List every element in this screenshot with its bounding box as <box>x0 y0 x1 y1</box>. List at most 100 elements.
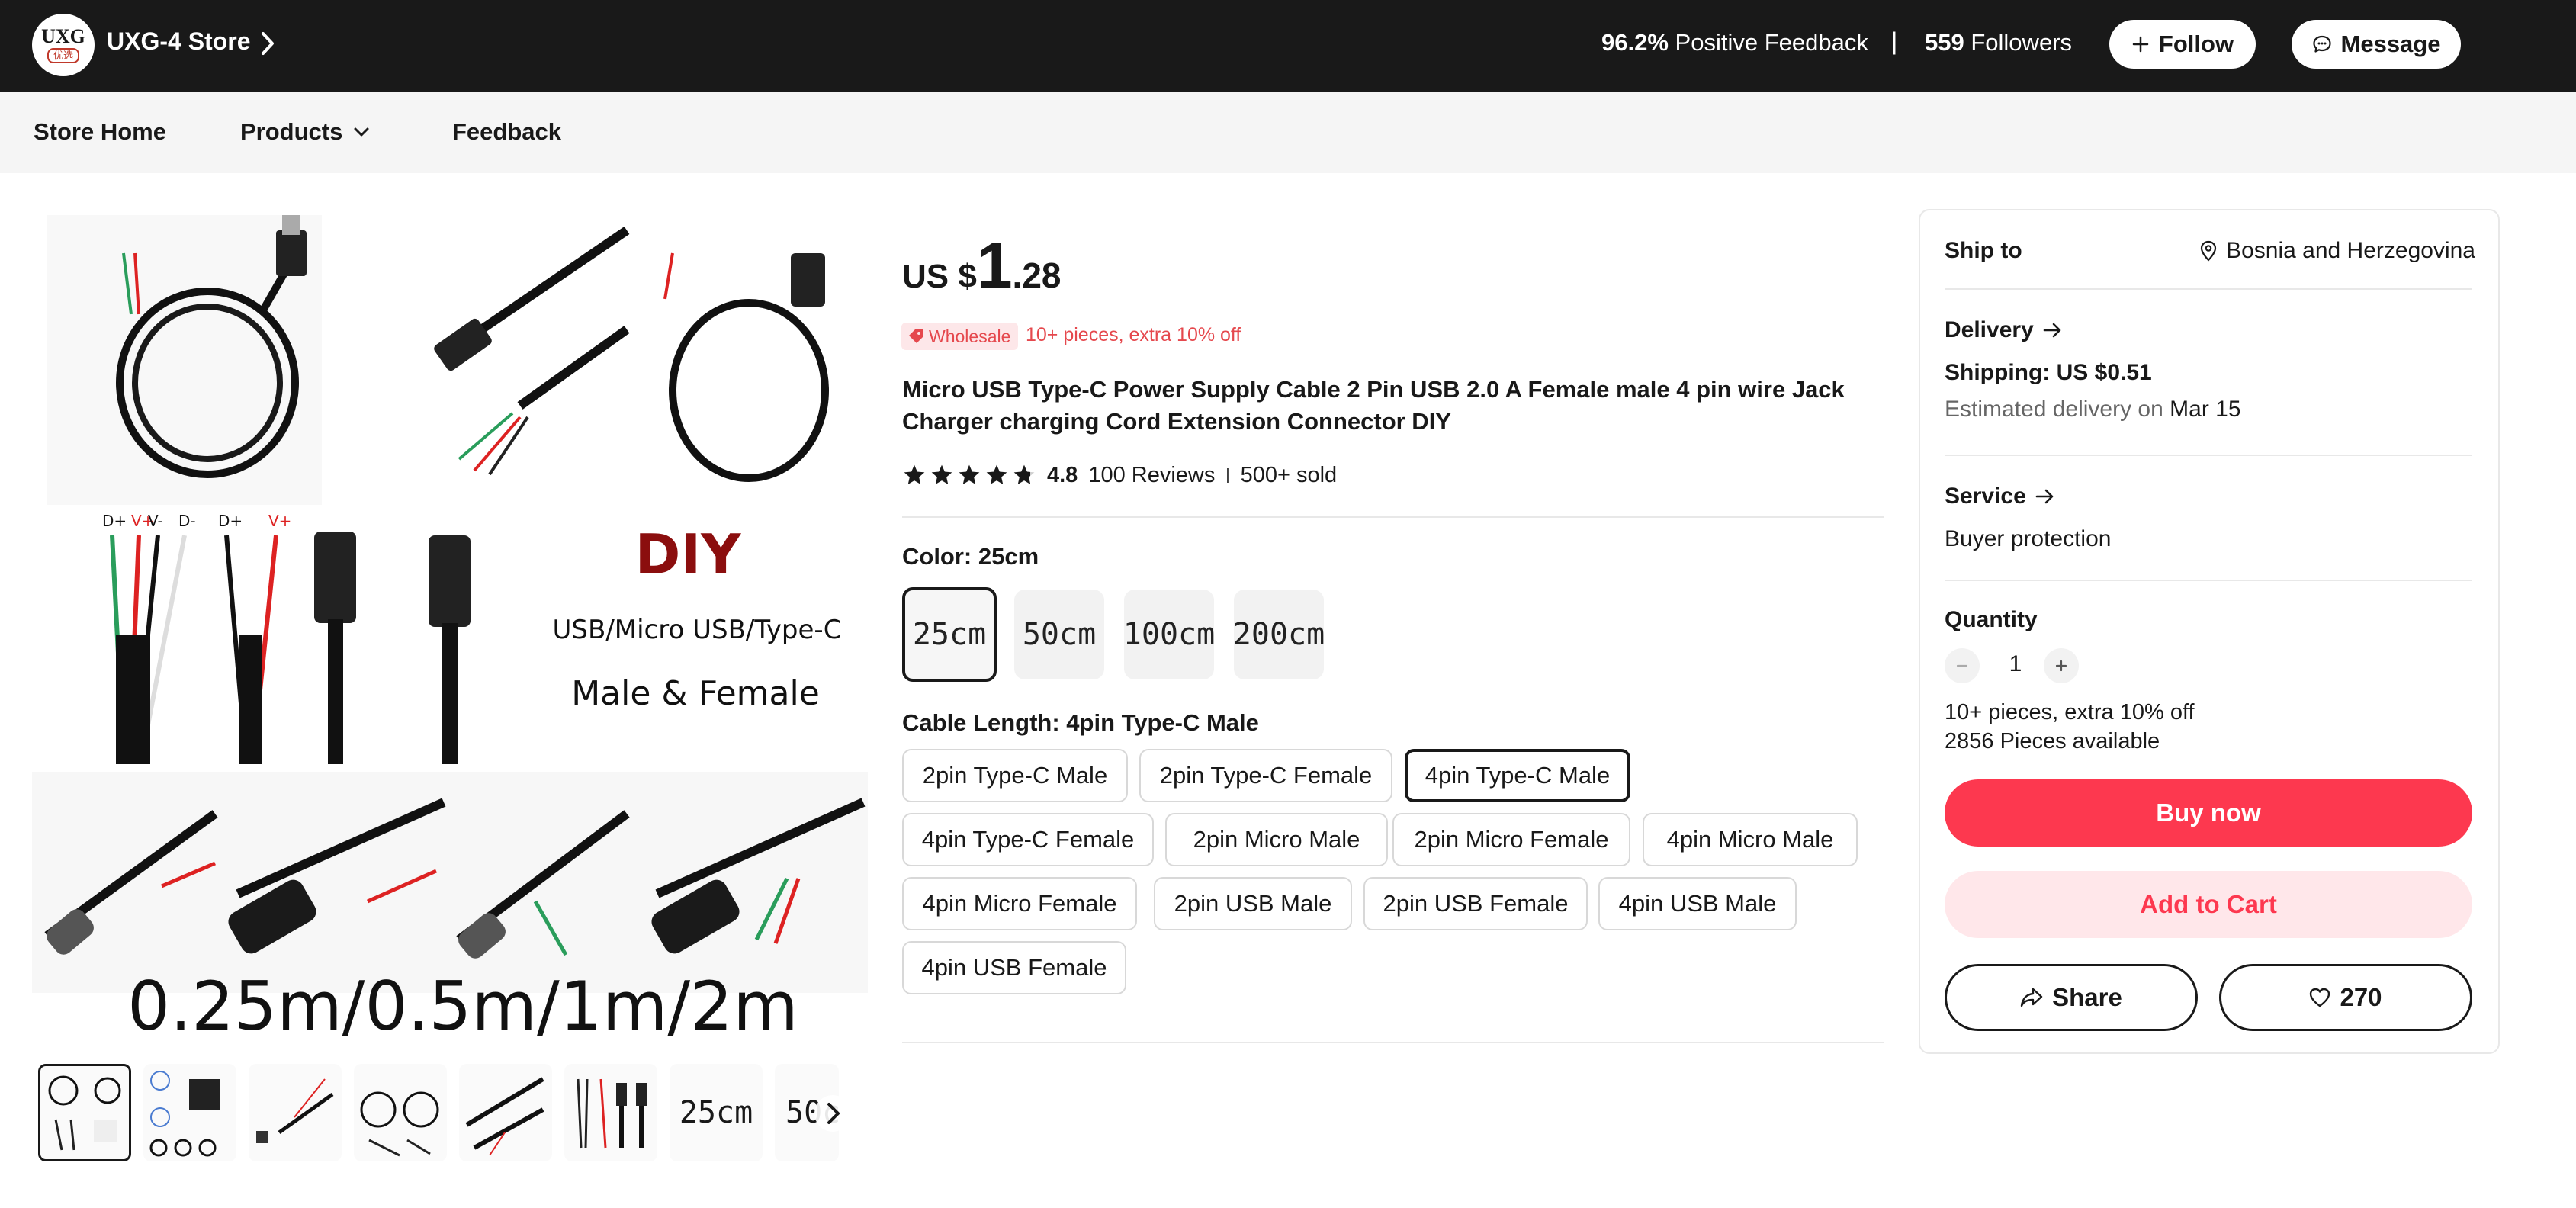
product-title: Micro USB Type-C Power Supply Cable 2 Pi… <box>902 376 1845 435</box>
quantity-value[interactable]: 1 <box>2004 651 2027 677</box>
pin-label: D+ <box>218 512 243 530</box>
pin-label: D- <box>178 512 196 530</box>
wholesale-label: Wholesale <box>929 326 1011 346</box>
feedback-value: 96.2% <box>1601 29 1669 56</box>
diy-text: DIY <box>635 522 742 586</box>
store-name-link[interactable]: UXG-4 Store <box>107 27 250 56</box>
length-option[interactable]: 2pin Micro Male <box>1165 813 1388 866</box>
color-option-100cm[interactable]: 100cm <box>1123 590 1215 680</box>
divider <box>1945 455 2472 456</box>
length-option[interactable]: 2pin Micro Female <box>1392 813 1630 866</box>
lengths-text: 0.25m/0.5m/1m/2m <box>127 967 798 1043</box>
store-nav: Store Home Products Feedback <box>0 92 2576 173</box>
length-option[interactable]: 2pin USB Male <box>1154 877 1352 930</box>
share-button[interactable]: Share <box>1945 964 2198 1031</box>
wholesale-discount-text: 10+ pieces, extra 10% off <box>1026 324 1241 345</box>
thumbnail-1[interactable] <box>38 1064 131 1161</box>
color-option-50cm[interactable]: 50cm <box>1014 590 1104 680</box>
chat-bubble-icon <box>2312 35 2331 53</box>
service-value: Buyer protection <box>1945 526 2112 551</box>
rating-row: 4.8 100 Reviews | 500+ sold <box>902 458 1337 493</box>
rating-score: 4.8 <box>1047 462 1078 487</box>
product-main-image[interactable]: D+ V+ V- D- D+ V+ DIY USB/Micro USB/Type… <box>32 207 868 1043</box>
thumbnail-7[interactable]: 25cm <box>670 1064 763 1161</box>
message-button[interactable]: Message <box>2292 20 2461 69</box>
thumbnail-image <box>360 1091 439 1157</box>
arrow-right-icon <box>2043 323 2061 338</box>
star-icon <box>1013 464 1035 484</box>
followers-count: 559 Followers <box>1925 29 2072 56</box>
message-label: Message <box>2340 31 2441 57</box>
follow-label: Follow <box>2158 31 2234 57</box>
nav-products[interactable]: Products <box>240 118 370 146</box>
nav-store-home[interactable]: Store Home <box>34 118 166 146</box>
store-logo[interactable]: UXG 优选 <box>32 14 95 76</box>
thumbnail-image <box>48 1075 121 1151</box>
thumbnail-image <box>149 1071 220 1157</box>
thumbnail-strip: 25cm 50c <box>38 1064 869 1163</box>
quantity-discount-note: 10+ pieces, extra 10% off <box>1945 700 2195 724</box>
ship-to-value: Bosnia and Herzegovina <box>2226 238 2475 263</box>
length-option[interactable]: 2pin Type-C Female <box>1139 749 1392 802</box>
followers-label: Followers <box>1971 29 2073 56</box>
length-option[interactable]: 2pin USB Female <box>1363 877 1588 930</box>
pin-label: V- <box>148 512 163 530</box>
header-separator: | <box>1891 27 1898 55</box>
length-option[interactable]: 4pin Type-C Female <box>902 813 1154 866</box>
star-rating <box>902 463 1036 487</box>
length-option[interactable]: 2pin Type-C Male <box>902 749 1128 802</box>
arrow-right-icon <box>2035 489 2054 504</box>
nav-feedback[interactable]: Feedback <box>452 118 561 146</box>
plus-icon <box>2132 36 2149 53</box>
quantity-decrease-button[interactable] <box>1945 648 1980 683</box>
thumbnail-image <box>465 1077 544 1156</box>
share-label: Share <box>2052 983 2122 1011</box>
cable-length-label: Cable Length: 4pin Type-C Male <box>902 709 1259 736</box>
divider <box>902 1042 1884 1043</box>
length-option[interactable]: 4pin USB Female <box>902 941 1126 994</box>
product-price: US $1.28 <box>902 229 1062 303</box>
buy-now-button[interactable]: Buy now <box>1945 779 2472 847</box>
wholesale-badge: Wholesale <box>901 323 1019 350</box>
thumbnail-3[interactable] <box>249 1064 342 1161</box>
share-icon <box>2020 988 2043 1007</box>
thumbnail-4[interactable] <box>354 1064 447 1161</box>
reviews-link[interactable]: 100 Reviews <box>1088 463 1215 488</box>
quantity-increase-button[interactable] <box>2044 648 2079 683</box>
followers-value: 559 <box>1925 29 1964 56</box>
plus-icon <box>2055 660 2067 672</box>
thumbnail-5[interactable] <box>459 1064 552 1161</box>
color-option-200cm[interactable]: 200cm <box>1233 590 1325 680</box>
pin-label: D+ <box>102 512 127 530</box>
delivery-link[interactable]: Delivery <box>1945 317 2063 343</box>
chevron-right-icon[interactable] <box>814 1095 851 1132</box>
price-currency: US $ <box>902 258 977 295</box>
heart-icon <box>2310 988 2330 1007</box>
service-label: Service <box>1945 484 2026 509</box>
thumbnail-2[interactable] <box>143 1064 236 1161</box>
divider <box>1945 580 2472 581</box>
length-option-selected[interactable]: 4pin Type-C Male <box>1405 749 1630 802</box>
ship-to-selector[interactable]: Bosnia and Herzegovina <box>2200 238 2475 264</box>
types-text: USB/Micro USB/Type-C <box>553 615 842 645</box>
chevron-right-icon[interactable] <box>259 31 276 56</box>
delivery-label: Delivery <box>1945 317 2034 342</box>
color-option-25cm[interactable]: 25cm <box>902 587 997 682</box>
follow-button[interactable]: Follow <box>2109 20 2256 69</box>
add-to-cart-button[interactable]: Add to Cart <box>1945 871 2472 938</box>
estimated-delivery: Estimated delivery on Mar 15 <box>1945 397 2241 422</box>
ship-to-label: Ship to <box>1945 238 2022 263</box>
length-option[interactable]: 4pin USB Male <box>1598 877 1797 930</box>
purchase-panel: Ship to Bosnia and Herzegovina Delivery … <box>1919 209 2500 1054</box>
length-option[interactable]: 4pin Micro Male <box>1643 813 1858 866</box>
star-icon <box>959 464 980 484</box>
star-icon <box>986 464 1007 484</box>
feedback-label: Positive Feedback <box>1675 29 1868 56</box>
sold-count: 500+ sold <box>1240 462 1338 487</box>
chevron-down-icon <box>354 127 369 137</box>
length-option[interactable]: 4pin Micro Female <box>902 877 1137 930</box>
thumbnail-6[interactable] <box>564 1064 657 1161</box>
wishlist-button[interactable]: 270 <box>2219 964 2472 1031</box>
shipping-cost: Shipping: US $0.51 <box>1945 360 2152 385</box>
service-link[interactable]: Service <box>1945 484 2055 509</box>
